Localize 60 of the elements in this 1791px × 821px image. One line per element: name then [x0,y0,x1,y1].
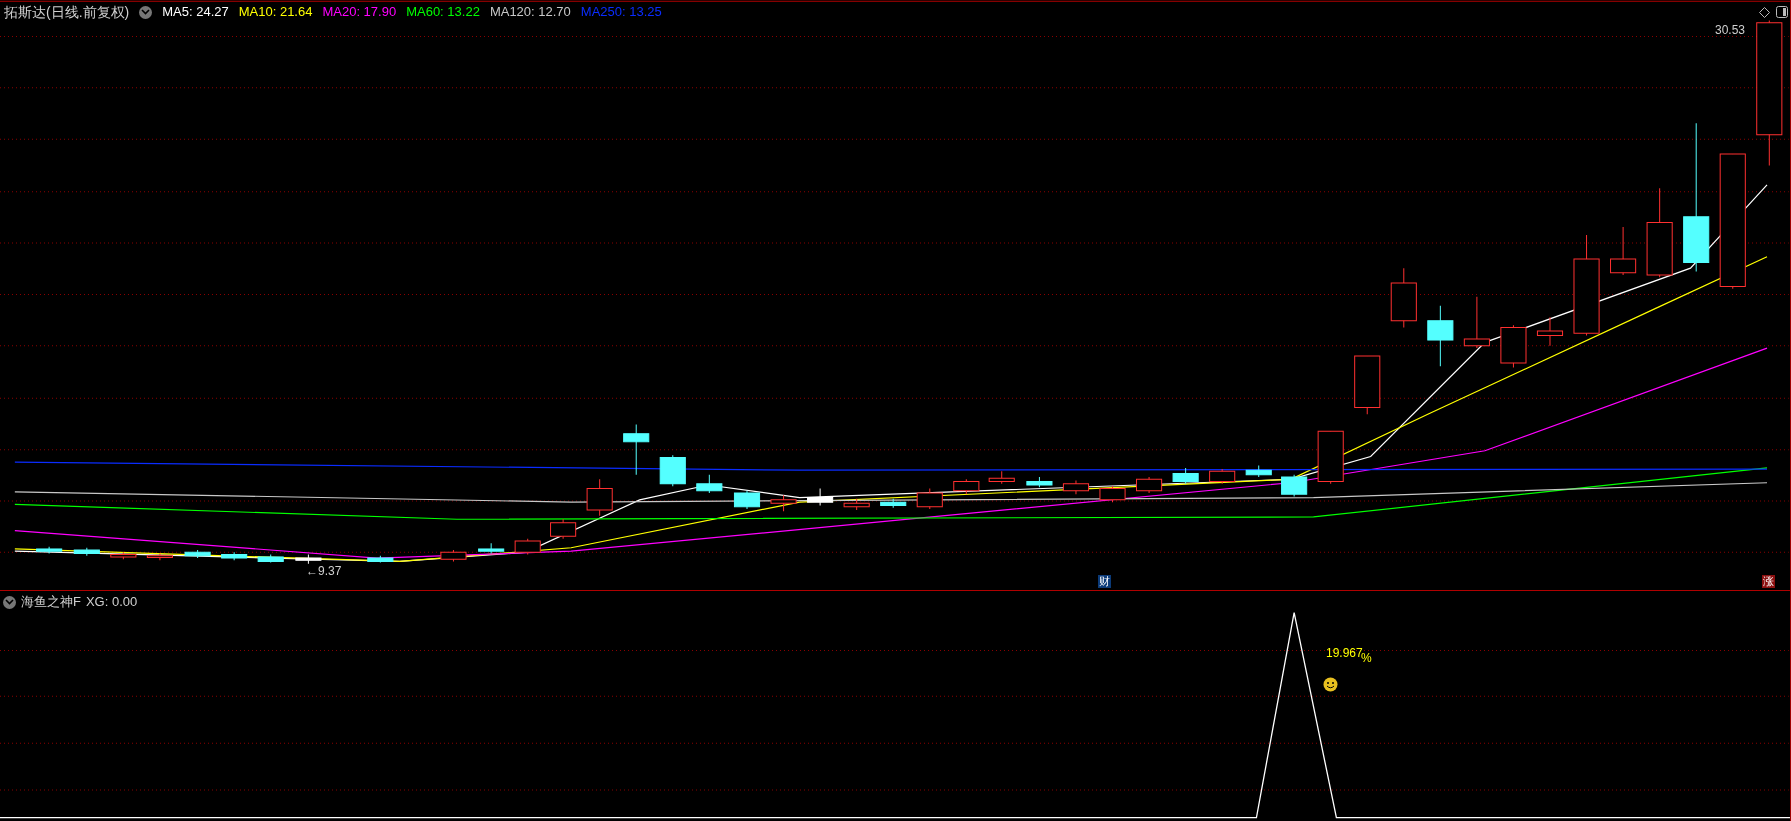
candlestick [184,549,211,559]
candlestick [953,478,980,495]
candlestick [623,424,650,476]
event-badge[interactable]: 财 [1098,575,1111,588]
candlestick [440,549,467,562]
chevron-down-icon[interactable] [139,5,153,19]
candlestick [843,498,870,511]
candlestick [733,490,761,510]
moving-average-value: MA60: 13.22 [406,3,480,22]
candlestick [770,494,797,512]
candlestick [586,478,613,517]
price-low-label: ←9.37 [306,563,342,580]
event-badge[interactable]: 涨 [1762,575,1775,588]
signal-unit: % [1361,651,1372,667]
candlestick [1354,355,1381,415]
candlestick [1610,226,1637,276]
candlestick [514,538,541,556]
candlestick [1062,479,1090,495]
candlestick [36,546,63,554]
smiley-icon [1323,677,1338,692]
chevron-down-icon[interactable] [3,595,16,609]
candlestick [1390,267,1417,328]
stock-title: 拓斯达(日线.前复权) [4,2,130,22]
candlestick [916,487,943,510]
indicator-title: 海鱼之神F [21,593,81,612]
candlestick [1026,476,1053,488]
moving-average-value: MA250: 13.25 [580,3,662,22]
candlestick [367,555,394,564]
candlestick [1245,465,1272,478]
candlestick [478,542,505,554]
candlestick [550,518,577,540]
candlestick [1099,485,1126,503]
candlestick [696,474,723,494]
candlestick [988,470,1015,485]
moving-average-value: MA10: 21.64 [238,3,313,22]
candlestick [1317,430,1344,485]
candlestick [110,551,137,560]
candlestick [221,551,248,561]
candlestick [146,553,173,561]
moving-average-value: MA5: 24.27 [162,3,229,22]
moving-average-value: MA120: 12.70 [489,3,571,22]
candlestick [1209,468,1236,485]
candlestick [659,454,686,487]
candlestick [1536,316,1564,347]
candlestick [880,498,907,509]
window-icon[interactable] [1776,6,1788,18]
candlestick [1463,296,1490,349]
candlestick [1136,476,1163,494]
indicator-reading: XG: 0.00 [85,593,138,612]
candlestick [1172,467,1199,485]
candlestick [1500,324,1527,368]
candlestick [1281,474,1308,497]
diamond-icon[interactable] [1759,7,1770,18]
candlestick [807,487,834,507]
candlestick [257,554,284,564]
moving-average-value: MA20: 17.90 [322,3,397,22]
candlestick [73,547,100,557]
price-high-label: 30.53 [1715,22,1746,39]
candlestick [295,554,322,565]
candlestick [1427,305,1454,367]
